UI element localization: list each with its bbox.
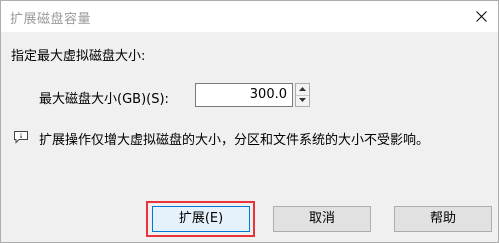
help-button[interactable]: 帮助 bbox=[394, 206, 492, 232]
dialog-content: 指定最大虚拟磁盘大小: 最大磁盘大小(GB)(S): 300.0 扩展操作仅增大… bbox=[1, 32, 498, 242]
max-size-input[interactable]: 300.0 bbox=[195, 83, 293, 107]
info-message: 扩展操作仅增大虚拟磁盘的大小，分区和文件系统的大小不受影响。 bbox=[39, 133, 430, 148]
spin-down-button[interactable] bbox=[296, 95, 309, 106]
arrow-up-icon bbox=[299, 87, 306, 91]
info-comment-icon bbox=[14, 131, 28, 144]
title-bar: 扩展磁盘容量 bbox=[1, 1, 498, 32]
size-spinner bbox=[295, 83, 310, 107]
arrow-down-icon bbox=[299, 98, 306, 102]
cancel-button[interactable]: 取消 bbox=[273, 206, 371, 232]
close-button[interactable] bbox=[464, 1, 498, 32]
dialog-title: 扩展磁盘容量 bbox=[10, 12, 92, 27]
close-icon bbox=[476, 11, 487, 22]
max-size-label: 最大磁盘大小(GB)(S): bbox=[39, 92, 169, 107]
expand-disk-dialog: 扩展磁盘容量 指定最大虚拟磁盘大小: 最大磁盘大小(GB)(S): 300.0 bbox=[0, 0, 499, 243]
max-size-heading: 指定最大虚拟磁盘大小: bbox=[11, 49, 146, 64]
expand-button[interactable]: 扩展(E) bbox=[152, 206, 250, 232]
